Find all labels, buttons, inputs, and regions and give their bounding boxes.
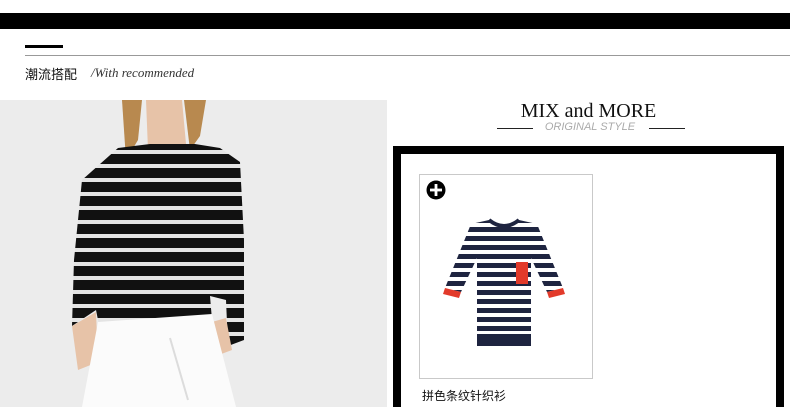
product-name[interactable]: 拼色条纹针织衫	[422, 387, 506, 404]
section-accent-line	[25, 45, 63, 48]
product-image[interactable]	[443, 218, 565, 353]
section-divider	[25, 55, 790, 56]
mix-and-more-title: MIX and MORE	[520, 100, 657, 122]
top-banner-bar	[0, 13, 790, 29]
subtitle-rule-right	[649, 128, 685, 129]
section-subtitle: /With recommended	[91, 65, 195, 80]
model-photo	[0, 100, 387, 407]
section-title: 潮流搭配	[25, 68, 78, 83]
original-style-subtitle: ORIGINAL STYLE	[544, 121, 636, 133]
subtitle-rule-left	[497, 128, 533, 129]
plus-circle-icon[interactable]	[426, 180, 446, 200]
